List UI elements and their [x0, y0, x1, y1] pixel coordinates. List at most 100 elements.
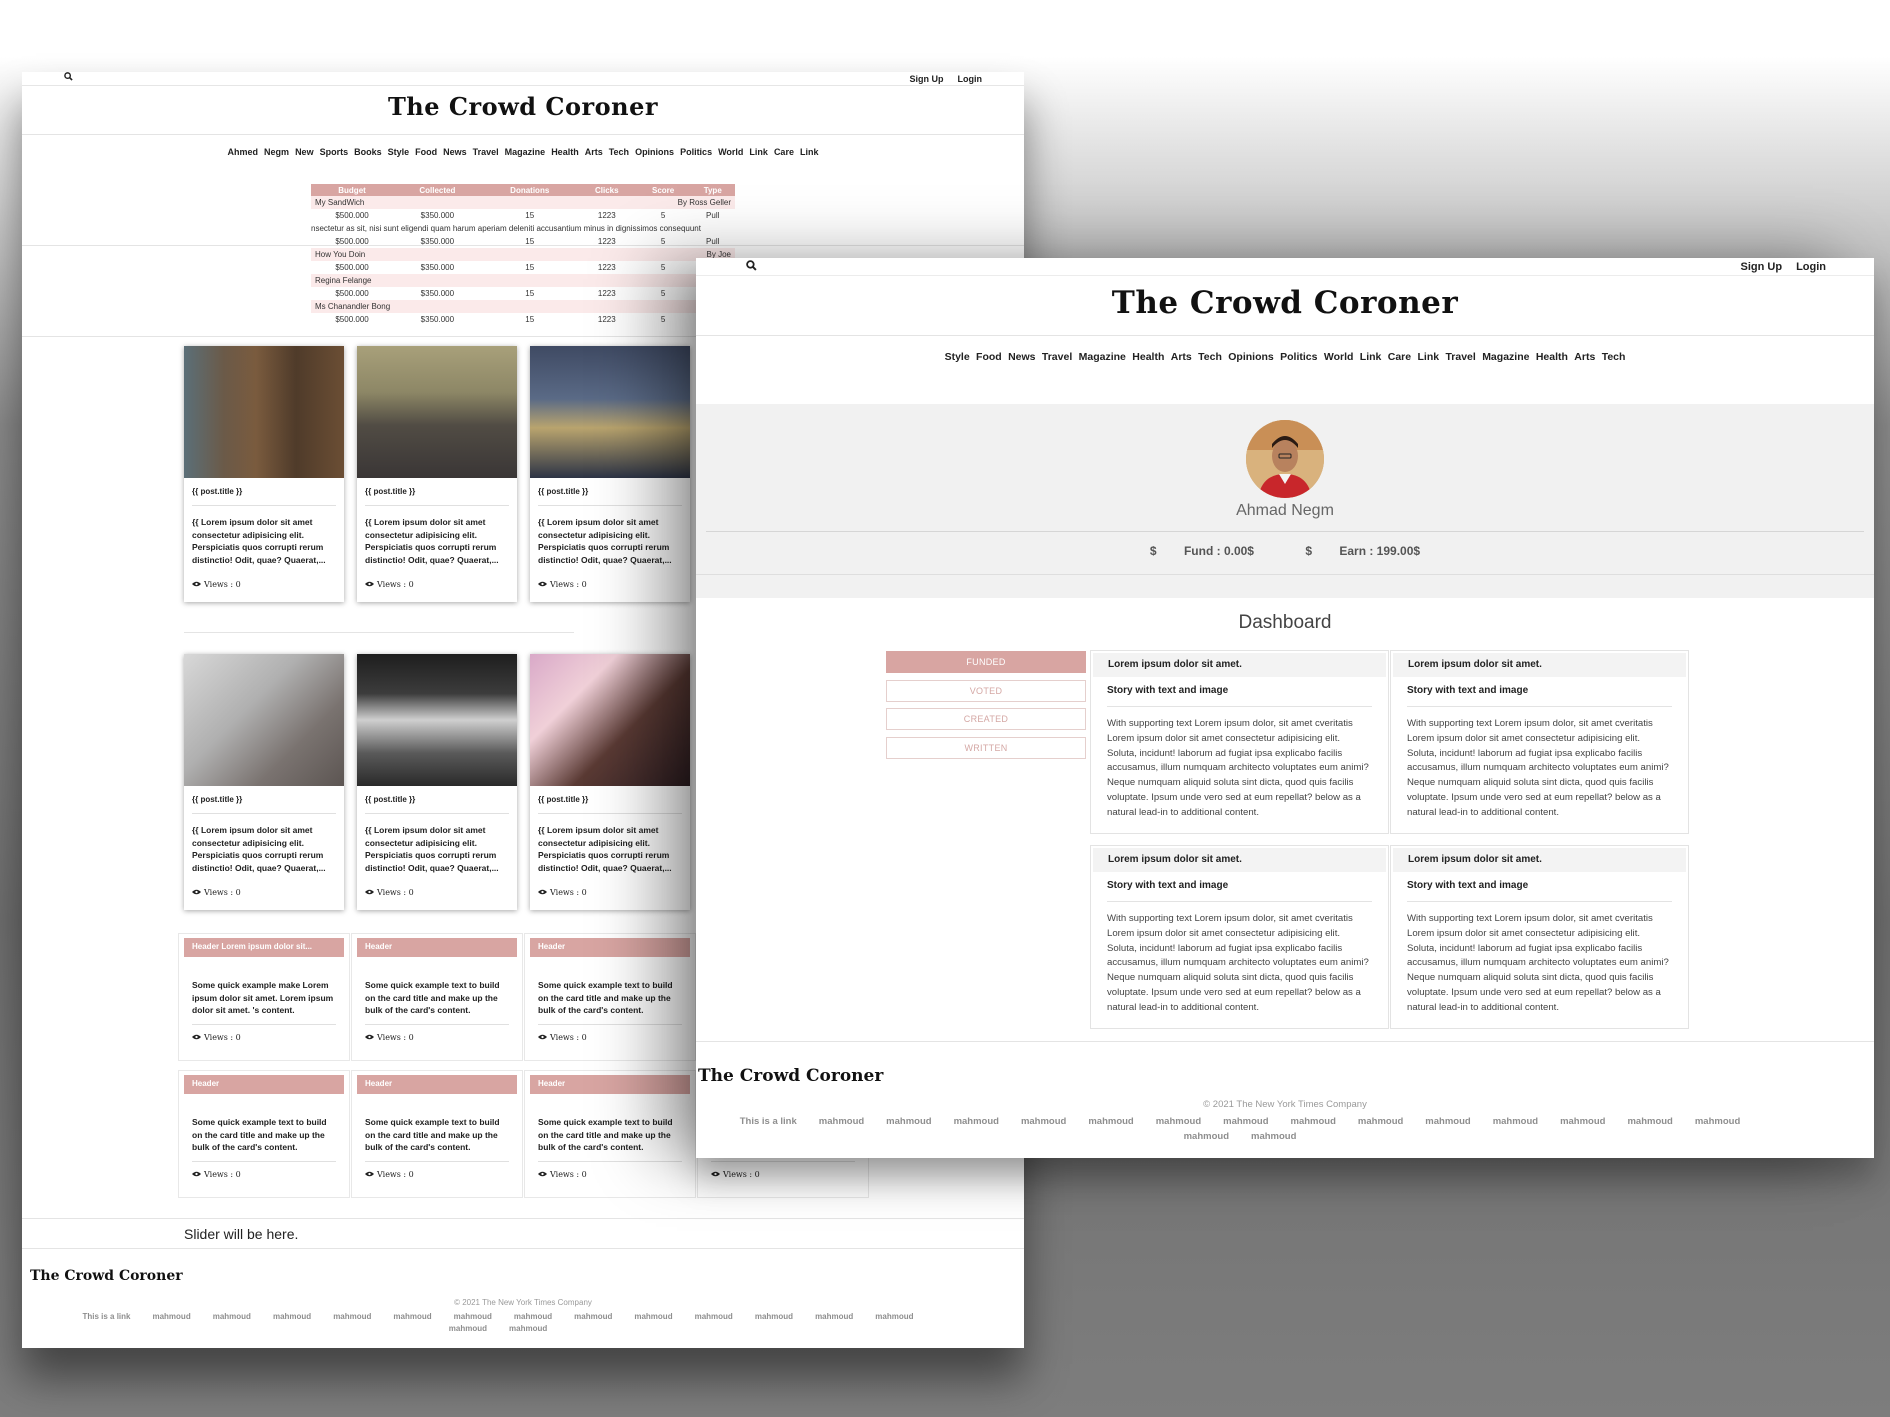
post-image[interactable] [184, 654, 344, 786]
footer-link[interactable]: mahmoud [1291, 1114, 1336, 1129]
footer-link[interactable]: mahmoud [1560, 1114, 1605, 1129]
project-name[interactable]: My SandWich [311, 196, 578, 209]
nav-item-ahmed[interactable]: Ahmed [228, 148, 259, 157]
footer-link[interactable]: mahmoud [695, 1311, 733, 1323]
header-card[interactable]: Header Some quick example text to build o… [524, 1070, 696, 1198]
footer-link[interactable]: mahmoud [1695, 1114, 1740, 1129]
footer-link[interactable]: mahmoud [875, 1311, 913, 1323]
nav-item-magazine[interactable]: Magazine [505, 148, 546, 157]
nav-item-travel[interactable]: Travel [473, 148, 499, 157]
footer-link[interactable]: mahmoud [755, 1311, 793, 1323]
nav-item-food[interactable]: Food [415, 148, 437, 157]
footer-link[interactable]: mahmoud [454, 1311, 492, 1323]
post-title[interactable]: {{ post.title }} [538, 478, 682, 506]
post-image[interactable] [530, 654, 690, 786]
header-card[interactable]: Header Some quick example text to build o… [351, 1070, 523, 1198]
post-image[interactable] [184, 346, 344, 478]
footer-link[interactable]: mahmoud [213, 1311, 251, 1323]
footer-link[interactable]: mahmoud [574, 1311, 612, 1323]
post-card[interactable]: {{ post.title }} {{ Lorem ipsum dolor sit… [357, 654, 517, 910]
project-name[interactable]: Regina Felange [311, 274, 578, 287]
nav-item-care[interactable]: Care [1388, 351, 1411, 363]
footer-link[interactable]: mahmoud [954, 1114, 999, 1129]
site-logo[interactable]: The Crowd Coroner [22, 92, 1024, 121]
nav-item-style[interactable]: Style [388, 148, 410, 157]
nav-item-style[interactable]: Style [945, 351, 970, 363]
nav-item-opinions[interactable]: Opinions [1228, 351, 1274, 363]
footer-link[interactable]: mahmoud [1627, 1114, 1672, 1129]
footer-link[interactable]: mahmoud [333, 1311, 371, 1323]
footer-link[interactable]: mahmoud [1358, 1114, 1403, 1129]
footer-link[interactable]: mahmoud [1156, 1114, 1201, 1129]
post-card[interactable]: {{ post.title }} {{ Lorem ipsum dolor sit… [530, 346, 690, 602]
story-card[interactable]: Lorem ipsum dolor sit amet. Story with te… [1090, 845, 1389, 1029]
header-card[interactable]: Header Some quick example text to build o… [178, 1070, 350, 1198]
nav-item-politics[interactable]: Politics [680, 148, 712, 157]
post-title[interactable]: {{ post.title }} [192, 786, 336, 814]
project-name[interactable]: How You Doin [311, 248, 578, 261]
nav-item-link[interactable]: Link [749, 148, 768, 157]
nav-item-politics[interactable]: Politics [1280, 351, 1317, 363]
footer-link[interactable]: mahmoud [1493, 1114, 1538, 1129]
post-card[interactable]: {{ post.title }} {{ Lorem ipsum dolor sit… [184, 346, 344, 602]
post-card[interactable]: {{ post.title }} {{ Lorem ipsum dolor sit… [530, 654, 690, 910]
login-link[interactable]: Login [958, 74, 983, 84]
tab-funded[interactable]: FUNDED [886, 651, 1086, 673]
header-card[interactable]: Header Some quick example text to build o… [524, 933, 696, 1061]
nav-item-care[interactable]: Care [774, 148, 794, 157]
tab-written[interactable]: WRITTEN [886, 736, 1086, 759]
nav-item-arts[interactable]: Arts [585, 148, 603, 157]
nav-item-tech[interactable]: Tech [1198, 351, 1222, 363]
nav-item-new[interactable]: New [295, 148, 314, 157]
post-image[interactable] [357, 346, 517, 478]
footer-link[interactable]: mahmoud [634, 1311, 672, 1323]
nav-item-world[interactable]: World [718, 148, 743, 157]
footer-link[interactable]: mahmoud [393, 1311, 431, 1323]
nav-item-link[interactable]: Link [1360, 351, 1382, 363]
project-name-row[interactable]: My SandWich By Ross Geller [311, 196, 735, 209]
nav-item-negm[interactable]: Negm [264, 148, 289, 157]
footer-link-primary[interactable]: This is a link [740, 1114, 797, 1129]
signup-link[interactable]: Sign Up [1741, 261, 1783, 273]
story-card[interactable]: Lorem ipsum dolor sit amet. Story with te… [1390, 845, 1689, 1029]
footer-link[interactable]: mahmoud [1251, 1129, 1296, 1144]
nav-item-health[interactable]: Health [1536, 351, 1568, 363]
nav-item-travel[interactable]: Travel [1042, 351, 1072, 363]
footer-link[interactable]: mahmoud [509, 1323, 547, 1335]
nav-item-arts[interactable]: Arts [1171, 351, 1192, 363]
signup-link[interactable]: Sign Up [910, 74, 944, 84]
nav-item-sports[interactable]: Sports [320, 148, 349, 157]
post-title[interactable]: {{ post.title }} [192, 478, 336, 506]
nav-item-books[interactable]: Books [354, 148, 382, 157]
footer-link[interactable]: mahmoud [886, 1114, 931, 1129]
login-link[interactable]: Login [1796, 261, 1826, 273]
project-name-row[interactable]: How You Doin By Joe [311, 248, 735, 261]
nav-item-opinions[interactable]: Opinions [635, 148, 674, 157]
post-card[interactable]: {{ post.title }} {{ Lorem ipsum dolor sit… [357, 346, 517, 602]
post-title[interactable]: {{ post.title }} [365, 478, 509, 506]
post-image[interactable] [530, 346, 690, 478]
footer-link[interactable]: mahmoud [815, 1311, 853, 1323]
nav-item-health[interactable]: Health [1132, 351, 1164, 363]
tab-voted[interactable]: VOTED [886, 679, 1086, 702]
story-card[interactable]: Lorem ipsum dolor sit amet. Story with te… [1390, 650, 1689, 834]
nav-item-news[interactable]: News [1008, 351, 1035, 363]
site-logo[interactable]: The Crowd Coroner [696, 285, 1874, 321]
project-name[interactable]: Ms Chanandler Bong [311, 300, 578, 313]
footer-logo[interactable]: The Crowd Coroner [698, 1066, 883, 1086]
post-title[interactable]: {{ post.title }} [538, 786, 682, 814]
footer-link[interactable]: mahmoud [1021, 1114, 1066, 1129]
story-card[interactable]: Lorem ipsum dolor sit amet. Story with te… [1090, 650, 1389, 834]
nav-item-travel[interactable]: Travel [1445, 351, 1475, 363]
header-card[interactable]: Header Some quick example text to build o… [351, 933, 523, 1061]
tab-created[interactable]: CREATED [886, 708, 1086, 730]
nav-item-tech[interactable]: Tech [609, 148, 629, 157]
post-image[interactable] [357, 654, 517, 786]
footer-link[interactable]: mahmoud [1223, 1114, 1268, 1129]
nav-item-link[interactable]: Link [1417, 351, 1439, 363]
project-name-row[interactable]: Regina FelangeB [311, 274, 735, 287]
nav-item-food[interactable]: Food [976, 351, 1002, 363]
footer-link[interactable]: mahmoud [273, 1311, 311, 1323]
footer-link[interactable]: mahmoud [1425, 1114, 1470, 1129]
project-name-row[interactable]: Ms Chanandler BongBy [311, 300, 735, 313]
